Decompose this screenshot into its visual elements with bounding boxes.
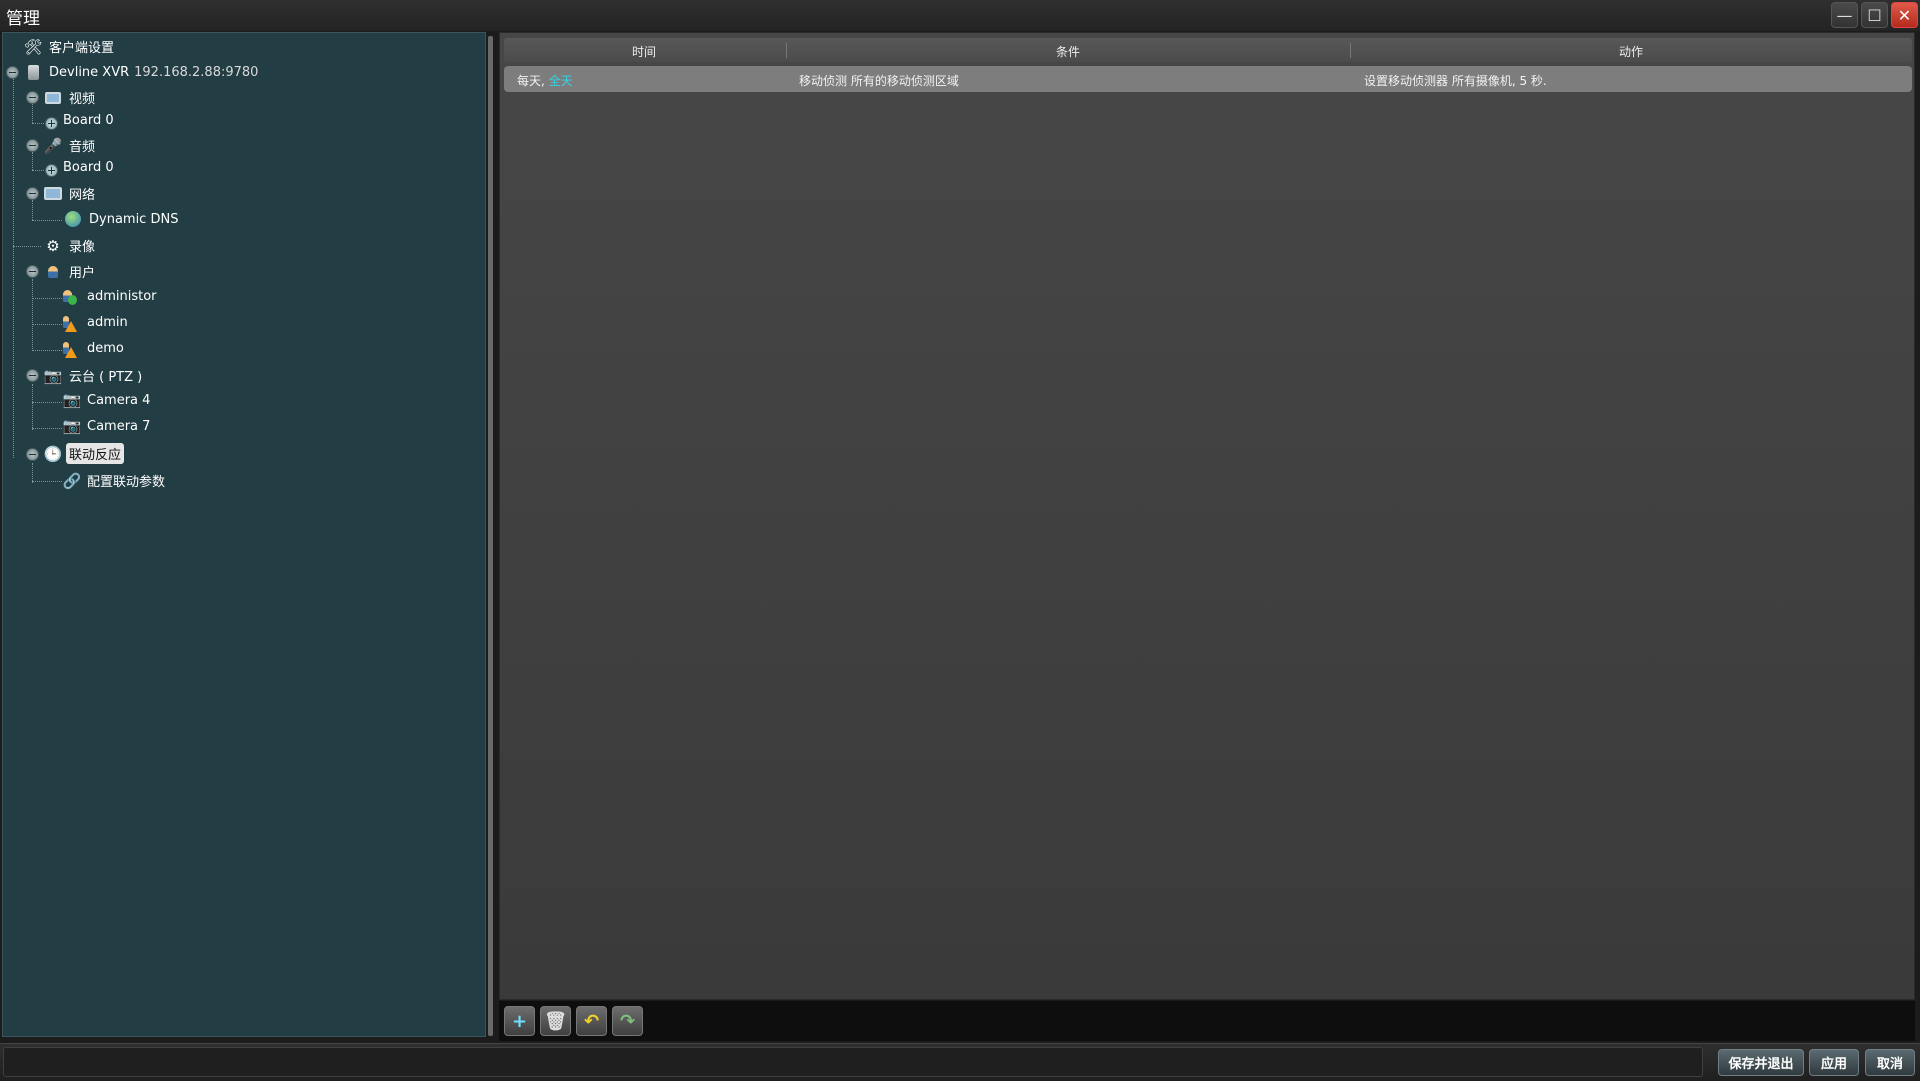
cell-condition: 移动侦测 所有的移动侦测区域 — [799, 74, 959, 88]
tree-line — [32, 279, 33, 351]
tree-item-user-administor[interactable]: administor — [63, 287, 160, 305]
tools-icon: 🛠 — [23, 37, 43, 56]
tree-line — [32, 200, 33, 220]
add-rule-button[interactable]: + — [504, 1006, 535, 1036]
tree-line — [32, 402, 62, 403]
tree-line — [32, 220, 62, 221]
tree-line — [32, 152, 33, 170]
film-reel-icon: ⚙ — [46, 236, 60, 255]
tree-line — [32, 170, 44, 171]
tree-line — [13, 78, 14, 458]
tree-item-network[interactable]: 网络 — [43, 183, 98, 204]
rules-toolbar — [499, 1001, 1915, 1041]
users-icon — [43, 262, 63, 282]
window-title: 管理 — [6, 9, 40, 29]
collapse-toggle[interactable] — [26, 369, 39, 382]
expand-toggle[interactable] — [45, 117, 58, 130]
device-name: Devline XVR — [49, 64, 130, 80]
tree-item-linkage-config[interactable]: 🔗 配置联动参数 — [63, 470, 168, 491]
tree-item-dynamic-dns[interactable]: Dynamic DNS — [63, 209, 181, 229]
tree-item-audio-board[interactable]: Board 0 — [60, 159, 117, 176]
tree-item-audio[interactable]: 🎤 音频 — [43, 135, 98, 156]
panel-splitter[interactable] — [488, 36, 493, 1036]
column-header-time[interactable]: 时间 — [504, 43, 784, 60]
table-header: 时间 条件 动作 — [504, 38, 1912, 62]
status-field — [3, 1047, 1703, 1077]
cell-action: 设置移动侦测器 所有摄像机, 5 秒. — [1364, 74, 1547, 88]
apply-button[interactable]: 应用 — [1809, 1049, 1859, 1076]
user-ok-icon — [63, 287, 81, 305]
maximize-button[interactable]: ☐ — [1861, 2, 1888, 28]
tree-item-client-settings[interactable]: 🛠 客户端设置 — [23, 36, 117, 57]
warning-icon — [65, 320, 77, 332]
tree-item-user-demo[interactable]: demo — [63, 339, 127, 358]
tree-item-linkage[interactable]: 🕒 联动反应 — [43, 443, 125, 464]
globe-icon — [63, 209, 83, 229]
device-address: 192.168.2.88:9780 — [134, 64, 259, 80]
tree-item-ptz[interactable]: 📷 云台 ( PTZ ) — [43, 365, 145, 386]
tree-item-device[interactable]: Devline XVR 192.168.2.88:9780 — [23, 62, 261, 82]
config-link-icon: 🔗 — [62, 471, 82, 490]
camera-icon: 📷 — [62, 391, 82, 409]
tree-item-recording[interactable]: ⚙ 录像 — [43, 235, 98, 256]
tree-line — [32, 463, 33, 483]
ok-badge-icon — [68, 295, 77, 305]
collapse-toggle[interactable] — [6, 66, 19, 79]
ptz-camera-icon: 📷 — [43, 366, 63, 385]
undo-button[interactable]: ↶ — [576, 1006, 607, 1036]
delete-rule-button[interactable]: 🗑 — [540, 1006, 571, 1036]
server-icon — [23, 62, 43, 82]
cancel-button[interactable]: 取消 — [1865, 1049, 1915, 1076]
tree-item-video-board[interactable]: Board 0 — [60, 112, 117, 129]
collapse-toggle[interactable] — [26, 265, 39, 278]
tree-item-camera-4[interactable]: 📷 Camera 4 — [63, 391, 153, 409]
tree-item-video[interactable]: 视频 — [43, 87, 98, 108]
cell-time: 每天, 全天 — [517, 74, 573, 88]
microphone-icon: 🎤 — [43, 136, 63, 155]
collapse-toggle[interactable] — [26, 187, 39, 200]
save-and-exit-button[interactable]: 保存并退出 — [1718, 1049, 1804, 1076]
user-warning-icon — [63, 339, 81, 358]
collapse-toggle[interactable] — [26, 91, 39, 104]
warning-icon — [65, 346, 77, 358]
tree-item-user-admin[interactable]: admin — [63, 313, 131, 332]
tree-item-users[interactable]: 用户 — [43, 261, 98, 282]
user-warning-icon — [63, 313, 81, 332]
close-button[interactable]: ✕ — [1891, 2, 1918, 28]
collapse-toggle[interactable] — [26, 448, 39, 461]
camera-icon: 📷 — [62, 417, 82, 435]
tree-line — [32, 123, 44, 124]
column-header-action[interactable]: 动作 — [1350, 43, 1912, 60]
tree-line — [32, 384, 33, 430]
time-all-day-link[interactable]: 全天 — [549, 74, 573, 88]
monitor-icon — [43, 88, 63, 108]
tree-line — [32, 481, 62, 482]
expand-toggle[interactable] — [45, 164, 58, 177]
network-icon — [43, 184, 63, 204]
linkage-clock-icon: 🕒 — [43, 444, 63, 463]
tree-line — [32, 103, 33, 123]
minimize-button[interactable]: — — [1831, 2, 1858, 28]
collapse-toggle[interactable] — [26, 139, 39, 152]
title-bar: 管理 — ☐ ✕ — [0, 0, 1920, 31]
tree-item-camera-7[interactable]: 📷 Camera 7 — [63, 417, 153, 435]
tree-line — [32, 324, 62, 325]
tree-line — [13, 246, 41, 247]
column-header-condition[interactable]: 条件 — [786, 43, 1350, 60]
redo-button[interactable]: ↷ — [612, 1006, 643, 1036]
tree-line — [32, 350, 62, 351]
tree-line — [32, 298, 62, 299]
table-row[interactable]: 每天, 全天 移动侦测 所有的移动侦测区域 设置移动侦测器 所有摄像机, 5 秒… — [504, 66, 1912, 92]
tree-line — [32, 428, 62, 429]
rules-panel — [499, 32, 1915, 1000]
